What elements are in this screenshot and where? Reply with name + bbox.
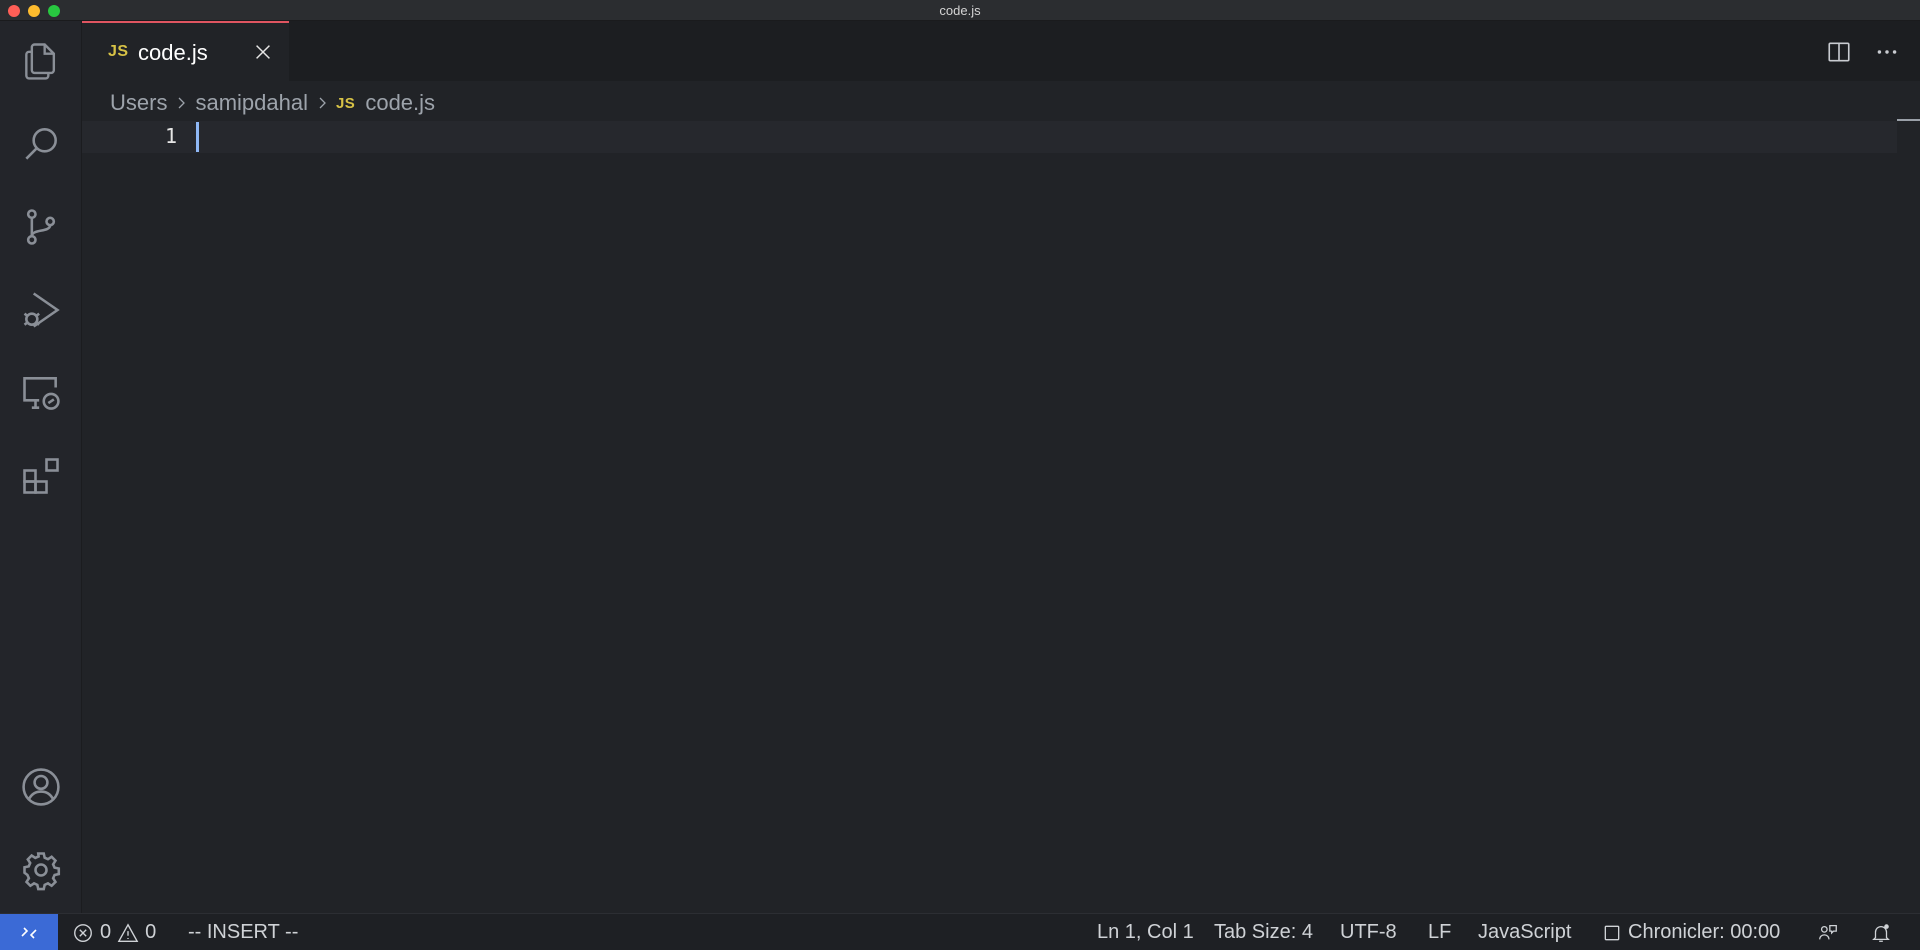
- gear-icon: [23, 852, 61, 891]
- activity-accounts[interactable]: [0, 752, 82, 822]
- minimize-window-button[interactable]: [28, 5, 40, 17]
- chronicler-recorder[interactable]: Chronicler: 00:00: [1602, 914, 1780, 950]
- chevron-right-icon: [173, 95, 189, 111]
- eol-indicator[interactable]: LF: [1428, 914, 1451, 950]
- files-icon: [25, 43, 56, 80]
- warning-count: 0: [145, 921, 157, 943]
- notifications-button[interactable]: [1870, 914, 1892, 950]
- title-bar: code.js: [0, 0, 1920, 21]
- javascript-file-icon: JS: [108, 43, 129, 60]
- more-actions-icon[interactable]: [1874, 39, 1900, 65]
- language-mode[interactable]: JavaScript: [1478, 914, 1571, 950]
- breadcrumb-file[interactable]: code.js: [365, 90, 435, 116]
- window-controls: [8, 5, 60, 17]
- remote-explorer-icon: [23, 377, 60, 410]
- activity-run-debug[interactable]: [0, 275, 82, 345]
- current-line-highlight[interactable]: [82, 121, 1897, 153]
- activity-manage[interactable]: [0, 835, 82, 905]
- feedback-icon: [1819, 924, 1837, 939]
- chevron-right-icon: [314, 95, 330, 111]
- activity-explorer[interactable]: [0, 26, 82, 96]
- breadcrumb-segment[interactable]: Users: [110, 90, 167, 116]
- activity-search[interactable]: [0, 109, 82, 179]
- javascript-file-icon: JS: [335, 94, 356, 112]
- close-icon[interactable]: [252, 41, 274, 63]
- square-icon: [1604, 925, 1620, 940]
- error-icon: [74, 923, 92, 942]
- vim-mode-indicator: -- INSERT --: [188, 921, 299, 943]
- breadcrumb-segment[interactable]: samipdahal: [195, 90, 308, 116]
- breadcrumb: Users samipdahal JS code.js: [110, 88, 435, 118]
- error-count: 0: [100, 921, 112, 943]
- warning-icon: [117, 922, 139, 942]
- activity-source-control[interactable]: [0, 192, 82, 262]
- run-debug-icon: [23, 292, 60, 328]
- split-editor-icon[interactable]: [1826, 39, 1852, 65]
- cursor-position[interactable]: Ln 1, Col 1: [1097, 914, 1194, 950]
- status-bar: 0 0 -- INSERT -- Ln 1, Col 1 Tab Size: 4…: [0, 913, 1920, 950]
- encoding-indicator[interactable]: UTF-8: [1340, 914, 1397, 950]
- line-number: 1: [164, 124, 177, 148]
- tab-code-js[interactable]: JS code.js: [82, 21, 289, 81]
- overview-ruler-marker: [1897, 119, 1920, 121]
- editor-actions: [1826, 39, 1900, 65]
- close-window-button[interactable]: [8, 5, 20, 17]
- source-control-icon: [26, 209, 56, 245]
- feedback-button[interactable]: [1817, 914, 1839, 950]
- tabs-bar: JS code.js: [82, 21, 1920, 81]
- extensions-icon: [23, 458, 59, 494]
- tab-label: code.js: [138, 40, 208, 65]
- bell-icon: [1872, 923, 1890, 942]
- editor-area: JS code.js Users samipdahal JS code.js 1: [82, 21, 1920, 913]
- remote-icon: [21, 926, 37, 939]
- remote-indicator-button[interactable]: [0, 914, 58, 950]
- activity-bar: [0, 21, 82, 913]
- chronicler-label: Chronicler: 00:00: [1628, 921, 1781, 943]
- tab-size-indicator[interactable]: Tab Size: 4: [1214, 914, 1313, 950]
- maximize-window-button[interactable]: [48, 5, 60, 17]
- account-icon: [22, 768, 60, 806]
- problems-indicator[interactable]: 0 0: [72, 914, 156, 950]
- window-title: code.js: [939, 2, 981, 18]
- search-icon: [25, 128, 57, 160]
- text-cursor: [196, 122, 199, 152]
- activity-remote-explorer[interactable]: [0, 358, 82, 428]
- activity-extensions[interactable]: [0, 441, 82, 511]
